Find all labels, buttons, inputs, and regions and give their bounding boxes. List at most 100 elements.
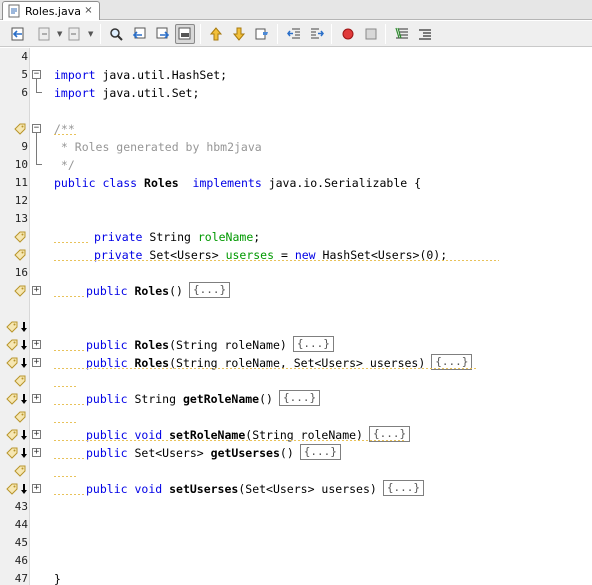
editor-tab-bar: Roles.java × bbox=[0, 0, 592, 20]
fold-collapse-button[interactable]: − bbox=[32, 124, 41, 133]
last-edit-icon[interactable] bbox=[8, 24, 28, 44]
fold-expand-button[interactable]: + bbox=[32, 394, 41, 403]
code-line: 43 bbox=[0, 498, 592, 516]
uncomment-icon[interactable] bbox=[415, 24, 435, 44]
chevron-down-icon[interactable]: ▼ bbox=[57, 31, 64, 38]
fold-expand-button[interactable]: + bbox=[32, 358, 41, 367]
tab-roles-java[interactable]: Roles.java × bbox=[2, 1, 100, 20]
fold-expand-button[interactable]: + bbox=[32, 448, 41, 457]
toggle-bookmark-icon[interactable] bbox=[252, 24, 272, 44]
arrow-down-icon[interactable] bbox=[20, 483, 28, 495]
arrow-down-icon[interactable] bbox=[20, 357, 28, 369]
code-text: */ bbox=[54, 158, 75, 172]
collapsed-block[interactable]: {...} bbox=[292, 336, 334, 352]
arrow-down-icon[interactable] bbox=[20, 429, 28, 441]
tag-icon[interactable] bbox=[14, 249, 26, 261]
code-line: private Set<Users> userses = new HashSet… bbox=[0, 246, 592, 264]
arrow-down-icon[interactable] bbox=[20, 339, 28, 351]
tag-icon[interactable] bbox=[14, 465, 26, 477]
code-line: 46 bbox=[0, 552, 592, 570]
code-line: + public Set<Users> getUserses() {...} bbox=[0, 444, 592, 462]
find-previous-icon[interactable] bbox=[130, 24, 150, 44]
find-selection-icon[interactable] bbox=[106, 24, 126, 44]
tag-icon[interactable] bbox=[6, 357, 18, 369]
tag-icon[interactable] bbox=[14, 123, 26, 135]
code-line: 5 − import java.util.HashSet; bbox=[0, 66, 592, 84]
line-number: 46 bbox=[14, 554, 28, 567]
forward-icon[interactable] bbox=[64, 24, 84, 44]
toolbar-separator bbox=[200, 24, 201, 44]
code-line: − /** bbox=[0, 120, 592, 138]
tag-icon[interactable] bbox=[6, 339, 18, 351]
code-text: * Roles generated by hbm2java bbox=[54, 140, 262, 154]
fold-expand-button[interactable]: + bbox=[32, 286, 41, 295]
fold-expand-button[interactable]: + bbox=[32, 340, 41, 349]
warning-underline bbox=[54, 494, 86, 497]
comment-icon[interactable] bbox=[392, 24, 412, 44]
back-icon[interactable] bbox=[34, 24, 54, 44]
code-text: import java.util.Set; bbox=[54, 86, 200, 100]
close-icon[interactable]: × bbox=[83, 5, 94, 16]
line-number: 9 bbox=[21, 140, 28, 153]
arrow-down-icon[interactable] bbox=[20, 321, 28, 333]
warning-underline bbox=[54, 260, 499, 263]
arrow-down-icon[interactable] bbox=[20, 447, 28, 459]
collapsed-block[interactable]: {...} bbox=[188, 282, 231, 298]
arrow-down-icon[interactable] bbox=[20, 393, 28, 405]
warning-underline bbox=[54, 476, 78, 479]
tag-icon[interactable] bbox=[6, 321, 18, 333]
collapsed-block[interactable]: {...} bbox=[382, 480, 424, 496]
tag-icon[interactable] bbox=[14, 231, 26, 243]
tag-icon[interactable] bbox=[14, 285, 26, 297]
line-number: 13 bbox=[14, 212, 28, 225]
previous-bookmark-icon[interactable] bbox=[206, 24, 226, 44]
record-macro-icon[interactable] bbox=[338, 24, 358, 44]
shift-right-icon[interactable] bbox=[307, 24, 327, 44]
line-number: 10 bbox=[14, 158, 28, 171]
toggle-highlight-icon[interactable] bbox=[175, 24, 195, 44]
tag-icon[interactable] bbox=[6, 393, 18, 405]
warning-underline bbox=[54, 134, 76, 137]
line-number: 47 bbox=[14, 572, 28, 585]
chevron-down-icon[interactable]: ▼ bbox=[88, 31, 95, 38]
next-bookmark-icon[interactable] bbox=[229, 24, 249, 44]
shift-left-icon[interactable] bbox=[284, 24, 304, 44]
code-line bbox=[0, 462, 592, 480]
fold-collapse-button[interactable]: − bbox=[32, 70, 41, 79]
warning-underline bbox=[54, 242, 90, 245]
warning-underline bbox=[54, 404, 86, 407]
tag-icon[interactable] bbox=[6, 447, 18, 459]
line-number: 11 bbox=[14, 176, 28, 189]
collapsed-block[interactable]: {...} bbox=[278, 390, 321, 406]
code-editor[interactable]: 4 5 − import java.util.HashSet; 6 import… bbox=[0, 48, 592, 585]
stop-macro-icon[interactable] bbox=[361, 24, 381, 44]
code-line: + public String getRoleName() {...} bbox=[0, 390, 592, 408]
code-line: 45 bbox=[0, 534, 592, 552]
code-line: 4 bbox=[0, 48, 592, 66]
toolbar-separator bbox=[331, 24, 332, 44]
line-number: 5 bbox=[21, 68, 28, 81]
warning-underline bbox=[54, 296, 86, 299]
code-line: 16 bbox=[0, 264, 592, 282]
tag-icon[interactable] bbox=[14, 375, 26, 387]
code-text: public Set<Users> getUserses() {...} bbox=[86, 444, 341, 462]
tag-icon[interactable] bbox=[14, 411, 26, 423]
tab-label: Roles.java bbox=[25, 4, 81, 18]
tag-icon[interactable] bbox=[6, 483, 18, 495]
fold-expand-button[interactable]: + bbox=[32, 430, 41, 439]
code-line: 6 import java.util.Set; bbox=[0, 84, 592, 102]
collapsed-block[interactable]: {...} bbox=[299, 444, 341, 460]
editor-toolbar: ▼ ▼ bbox=[0, 21, 592, 47]
line-number: 12 bbox=[14, 194, 28, 207]
tag-icon[interactable] bbox=[6, 429, 18, 441]
code-line: + public void setUserses(Set<Users> user… bbox=[0, 480, 592, 498]
warning-underline bbox=[54, 458, 86, 461]
fold-expand-button[interactable]: + bbox=[32, 484, 41, 493]
code-text: public String getRoleName() {...} bbox=[86, 390, 321, 408]
code-line: + public Roles() {...} bbox=[0, 282, 592, 300]
line-number: 16 bbox=[14, 266, 28, 279]
warning-underline bbox=[54, 422, 78, 425]
find-next-icon[interactable] bbox=[152, 24, 172, 44]
